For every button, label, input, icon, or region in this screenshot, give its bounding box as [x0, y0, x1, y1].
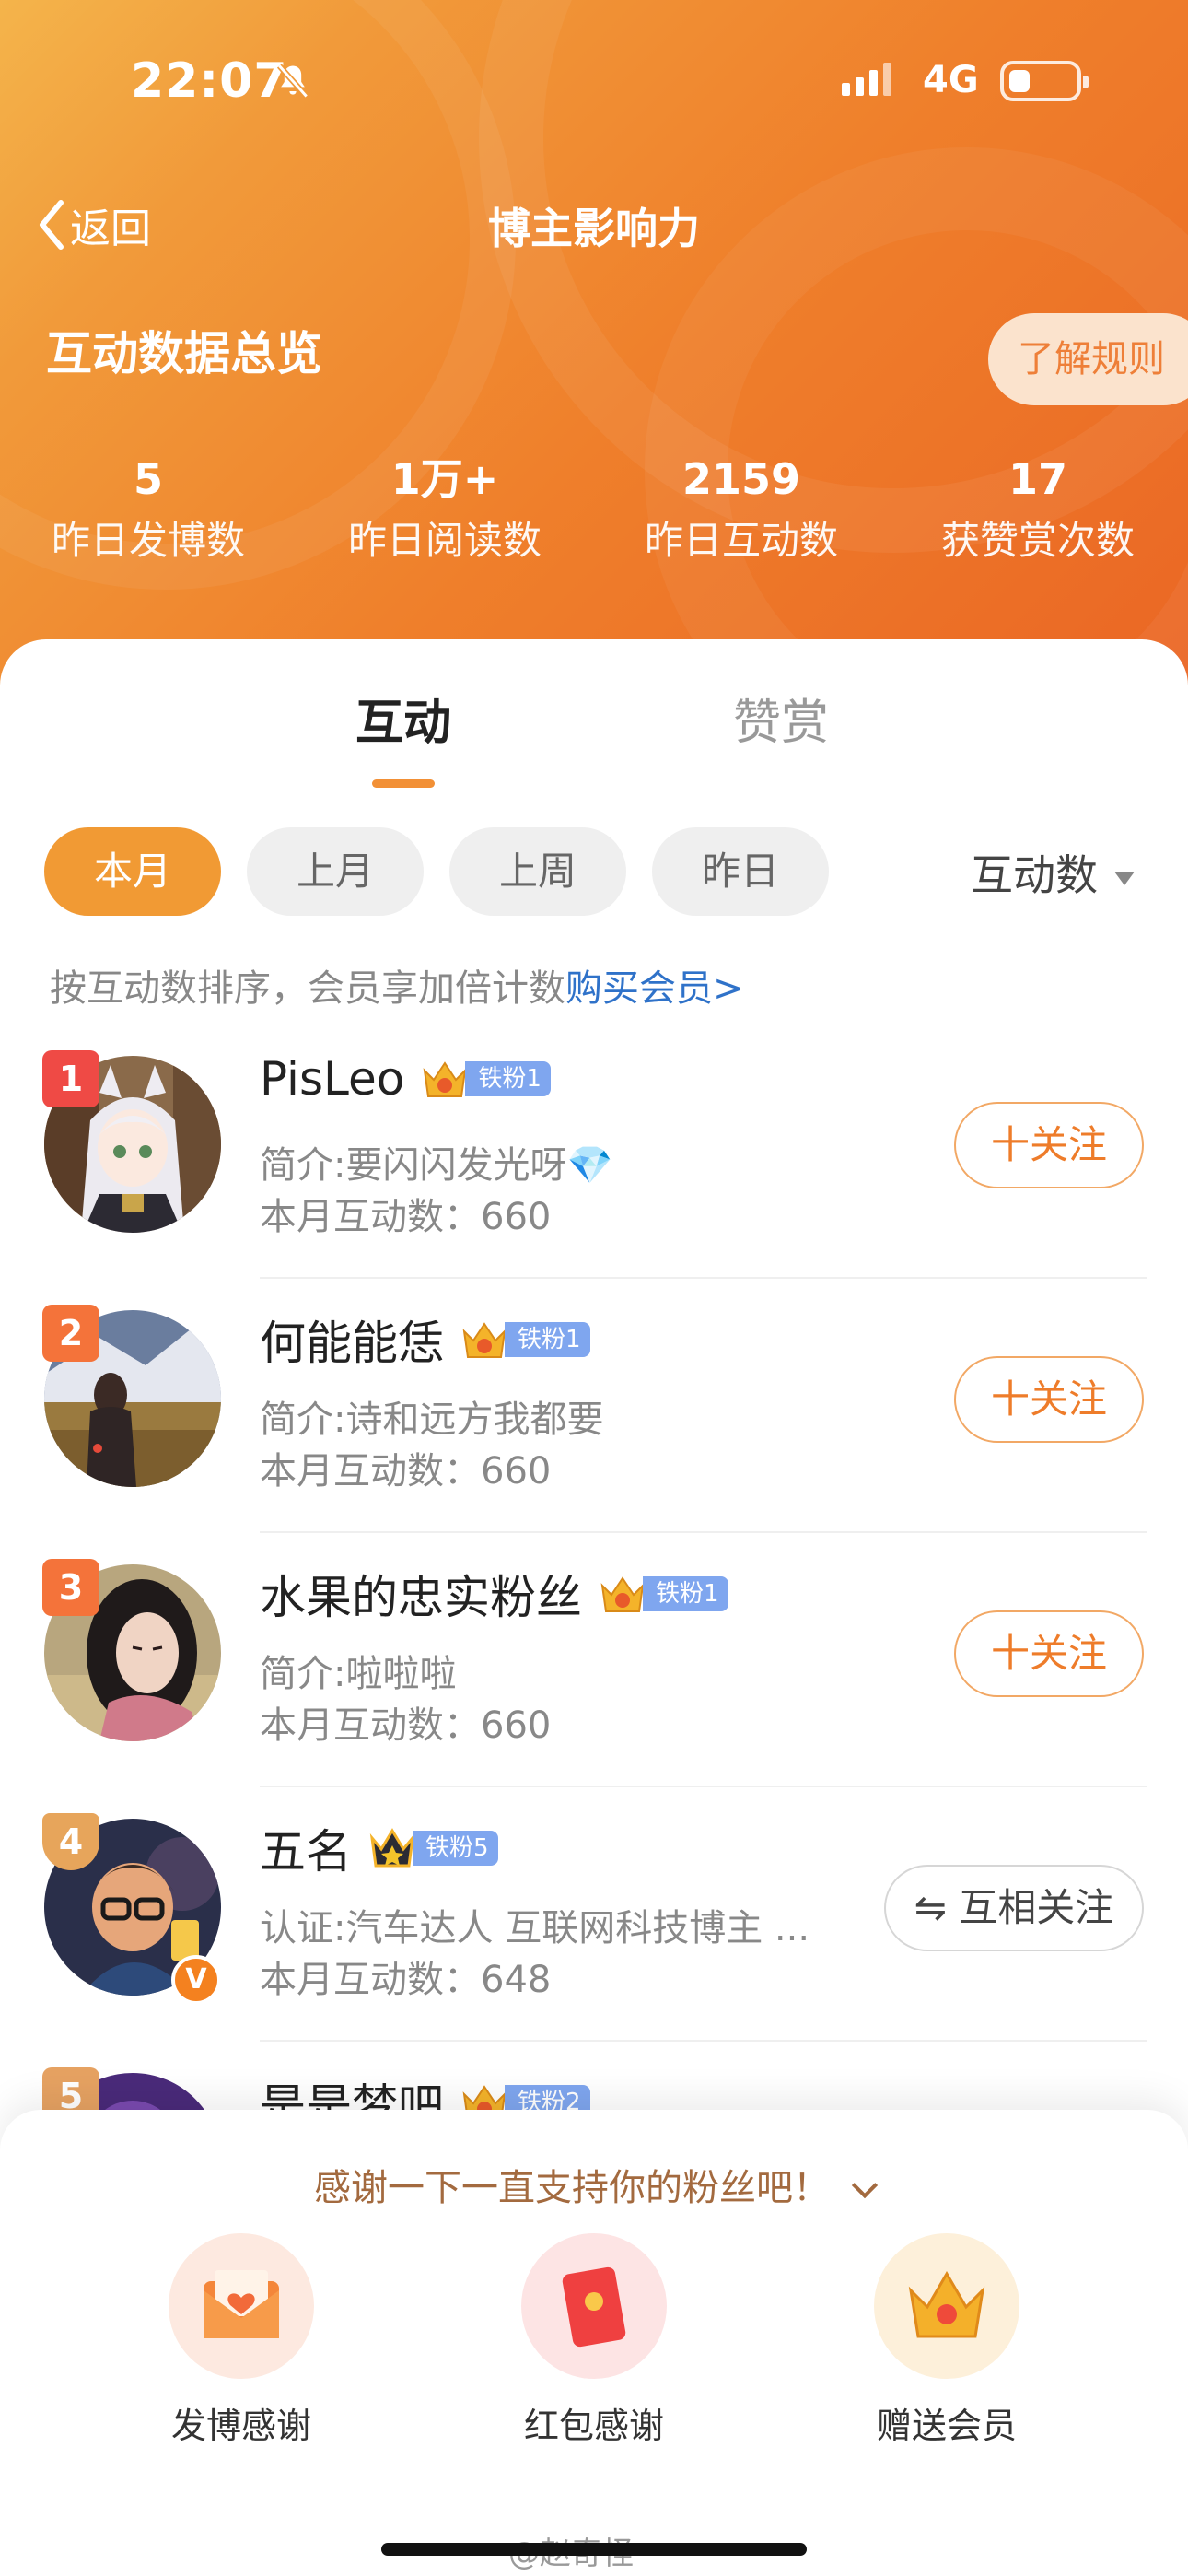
overview-title: 互动数据总览	[46, 327, 322, 381]
interaction-count: 本月互动数：660	[260, 1704, 552, 1747]
fan-row[interactable]: 2 何能能恁 铁粉1 简介:诗和远方我都要 本月互动数：660 十关注	[0, 1279, 1188, 1533]
home-indicator[interactable]	[381, 2543, 807, 2556]
tab-indicator	[372, 779, 435, 788]
filter-last-week[interactable]: 上周	[449, 827, 626, 916]
sort-label: 互动数	[971, 850, 1098, 900]
rules-button[interactable]: 了解规则	[988, 313, 1188, 405]
fan-intro: 简介:诗和远方我都要	[260, 1399, 604, 1441]
fan-name[interactable]: 水果的忠实粉丝	[260, 1561, 582, 1627]
red-packet-action[interactable]: 红包感谢	[483, 2233, 705, 2448]
fan-level: 铁粉1	[465, 1061, 551, 1096]
fan-name[interactable]: 五名	[260, 1815, 352, 1881]
status-time: 22:07	[131, 53, 288, 109]
thanks-sheet-title[interactable]: 感谢一下一直支持你的粉丝吧！	[0, 2158, 1188, 2211]
thanks-title-text: 感谢一下一直支持你的粉丝吧！	[314, 2167, 830, 2209]
fan-name[interactable]: PisLeo	[260, 1052, 404, 1106]
stat-label: 昨日互动数	[644, 518, 838, 563]
sort-dropdown[interactable]: 互动数	[971, 842, 1135, 903]
signal-icon	[842, 63, 897, 96]
interaction-count: 本月互动数：648	[260, 1959, 552, 2001]
rank-badge: 1	[42, 1050, 99, 1107]
envelope-heart-icon	[169, 2233, 314, 2379]
fan-level-badge: 铁粉1	[597, 1571, 728, 1617]
fan-intro: 简介:啦啦啦	[260, 1653, 457, 1695]
interaction-count: 本月互动数：660	[260, 1196, 552, 1238]
hint-text: 按互动数排序，会员享加倍计数	[50, 967, 565, 1010]
fan-level-badge: 铁粉1	[459, 1317, 590, 1363]
fan-intro: 认证:汽车达人 互联网科技博主 ...	[260, 1907, 810, 1950]
follow-button[interactable]: 十关注	[954, 1102, 1144, 1188]
rank-badge: 3	[42, 1559, 99, 1616]
fan-intro: 简介:要闪闪发光呀💎	[260, 1144, 613, 1187]
fan-name[interactable]: 何能能恁	[260, 1306, 444, 1373]
tab-interaction[interactable]: 互动	[355, 684, 451, 753]
fan-name-line: 水果的忠实粉丝 铁粉1	[260, 1561, 728, 1627]
sort-hint: 按互动数排序，会员享加倍计数购买会员>	[50, 958, 744, 1012]
rank-badge: 2	[42, 1305, 99, 1362]
buy-membership-link[interactable]: 购买会员>	[565, 967, 744, 1010]
filter-last-month[interactable]: 上月	[247, 827, 424, 916]
red-packet-icon	[521, 2233, 667, 2379]
status-bar: 22:07 4G	[0, 53, 1188, 109]
mutual-follow-button[interactable]: ⇋ 互相关注	[884, 1865, 1144, 1951]
fan-row[interactable]: 4 V 五名 铁粉5 认证:汽车达人 互联网科技博主 ... 本月互动数：648…	[0, 1787, 1188, 2042]
stat-value: 1万+	[390, 454, 499, 504]
rank-badge: 4	[42, 1813, 99, 1870]
stat-value: 2159	[681, 454, 801, 504]
battery-icon	[1000, 61, 1089, 101]
stat-value: 17	[1007, 454, 1067, 504]
stat-interactions: 2159 昨日互动数	[593, 451, 890, 571]
interaction-count: 本月互动数：660	[260, 1450, 552, 1493]
crown-icon	[462, 1322, 507, 1358]
fan-name-line: PisLeo 铁粉1	[260, 1052, 551, 1106]
crown-icon	[874, 2233, 1019, 2379]
fan-row[interactable]: 1 PisLeo 铁粉1 简介:要闪闪发光呀💎 本月互动数：660 十关注	[0, 1025, 1188, 1279]
back-button[interactable]: 返回	[37, 195, 151, 254]
navigation-bar: 博主影响力 返回	[0, 184, 1188, 267]
fan-level: 铁粉1	[643, 1576, 728, 1611]
stat-label: 昨日阅读数	[347, 518, 542, 563]
crown-icon	[600, 1576, 645, 1612]
fan-level: 铁粉5	[413, 1831, 498, 1866]
caret-down-icon	[1114, 872, 1135, 885]
verified-badge: V	[171, 1955, 221, 2005]
bell-muted-icon	[276, 64, 309, 99]
stats-row: 5 昨日发博数 1万+ 昨日阅读数 2159 昨日互动数 17 获赞赏次数	[0, 451, 1188, 571]
fan-name-line: 何能能恁 铁粉1	[260, 1306, 590, 1373]
stat-label: 昨日发博数	[51, 518, 245, 563]
action-label: 赠送会员	[876, 2406, 1017, 2446]
follow-button[interactable]: 十关注	[954, 1610, 1144, 1697]
stat-value: 5	[133, 454, 163, 504]
stat-rewards: 17 获赞赏次数	[890, 451, 1186, 571]
stat-reads: 1万+ 昨日阅读数	[297, 451, 593, 571]
filter-yesterday[interactable]: 昨日	[652, 827, 829, 916]
fan-level: 铁粉1	[505, 1322, 590, 1357]
follow-button[interactable]: 十关注	[954, 1356, 1144, 1443]
action-label: 红包感谢	[523, 2406, 664, 2446]
tab-reward[interactable]: 赞赏	[733, 684, 829, 753]
post-thanks-action[interactable]: 发博感谢	[131, 2233, 352, 2448]
fan-name-line: 五名 铁粉5	[260, 1815, 498, 1881]
stat-label: 获赞赏次数	[940, 518, 1135, 563]
back-label: 返回	[70, 205, 151, 252]
chevron-left-icon	[40, 200, 64, 250]
chevron-down-icon	[851, 2172, 879, 2199]
stat-posts: 5 昨日发博数	[0, 451, 297, 571]
crown-icon	[423, 1061, 467, 1097]
filter-this-month[interactable]: 本月	[44, 827, 221, 916]
fan-row[interactable]: 3 水果的忠实粉丝 铁粉1 简介:啦啦啦 本月互动数：660 十关注	[0, 1533, 1188, 1787]
page-title: 博主影响力	[488, 204, 700, 253]
network-type: 4G	[923, 59, 979, 101]
fan-level-badge: 铁粉1	[419, 1056, 551, 1102]
fan-level-badge: 铁粉5	[367, 1825, 498, 1871]
action-label: 发博感谢	[170, 2406, 311, 2446]
crown-icon	[369, 1828, 415, 1868]
gift-membership-action[interactable]: 赠送会员	[836, 2233, 1057, 2448]
